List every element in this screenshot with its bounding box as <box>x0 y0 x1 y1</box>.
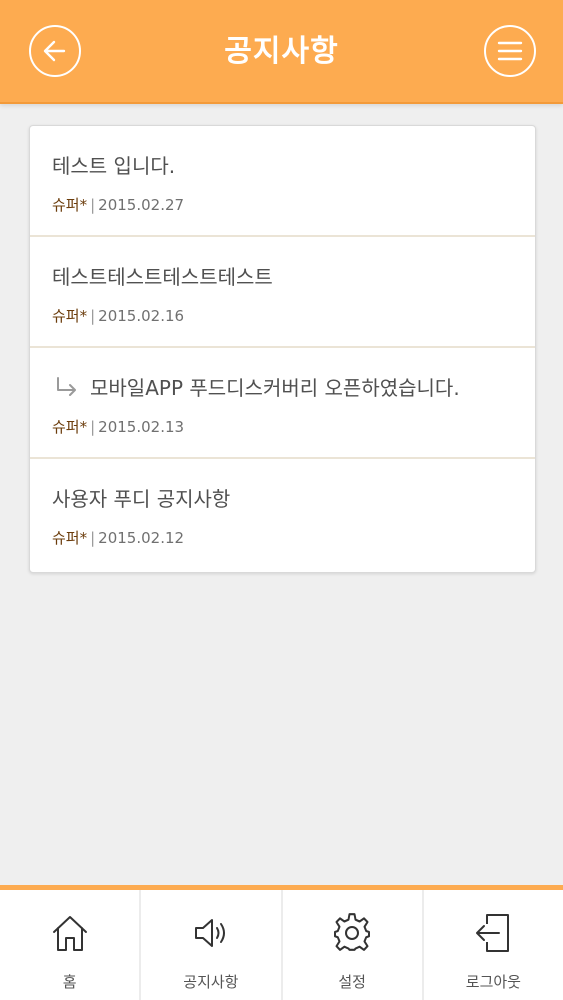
notice-item[interactable]: 테스트테스트테스트테스트 슈퍼* | 2015.02.16 <box>30 237 535 348</box>
home-icon <box>52 916 87 951</box>
notice-item[interactable]: 모바일APP 푸드디스커버리 오픈하였습니다. 슈퍼* | 2015.02.13 <box>30 348 535 459</box>
notice-date: 2015.02.16 <box>98 307 185 325</box>
notice-meta: 슈퍼* | 2015.02.12 <box>52 527 535 548</box>
speaker-icon <box>194 919 225 947</box>
menu-button[interactable] <box>484 25 536 77</box>
nav-label: 공지사항 <box>183 973 239 991</box>
meta-separator: | <box>90 418 96 436</box>
nav-item-home[interactable]: 홈 <box>0 890 142 1000</box>
notice-meta: 슈퍼* | 2015.02.27 <box>52 194 535 215</box>
notice-author: 슈퍼* <box>52 529 88 547</box>
logout-icon <box>476 914 510 952</box>
reply-arrow-icon <box>57 376 76 396</box>
notice-item[interactable]: 테스트 입니다. 슈퍼* | 2015.02.27 <box>30 126 535 237</box>
notice-title-row: 모바일APP 푸드디스커버리 오픈하였습니다. <box>52 372 535 401</box>
notice-title: 사용자 푸디 공지사항 <box>52 487 231 511</box>
notice-item[interactable]: 사용자 푸디 공지사항 슈퍼* | 2015.02.12 <box>30 459 535 572</box>
notice-meta: 슈퍼* | 2015.02.16 <box>52 305 535 326</box>
bottom-nav: 홈 공지사항 설정 로그아웃 <box>0 885 563 1000</box>
nav-label: 로그아웃 <box>465 973 521 991</box>
notice-title: 테스트 입니다. <box>52 154 176 178</box>
page-title: 공지사항 <box>224 34 339 69</box>
nav-item-notice[interactable]: 공지사항 <box>141 890 283 1000</box>
notice-title: 모바일APP 푸드디스커버리 오픈하였습니다. <box>90 376 460 400</box>
notice-date: 2015.02.12 <box>98 529 185 547</box>
nav-item-settings[interactable]: 설정 <box>283 890 424 1000</box>
notice-list: 테스트 입니다. 슈퍼* | 2015.02.27 테스트테스트테스트테스트 슈퍼*… <box>29 125 536 573</box>
header-bar: 공지사항 <box>0 0 563 104</box>
notice-title: 테스트테스트테스트테스트 <box>52 265 273 289</box>
notice-date: 2015.02.27 <box>98 196 185 214</box>
nav-label: 홈 <box>62 973 77 991</box>
app-screen: 공지사항 테스트 입니다. 슈퍼* | 2015.02.27 테스트테스트테스트테스… <box>0 0 563 1000</box>
gear-icon <box>334 913 371 951</box>
meta-separator: | <box>90 307 96 325</box>
notice-author: 슈퍼* <box>52 307 88 325</box>
nav-item-logout[interactable]: 로그아웃 <box>424 890 563 1000</box>
hamburger-menu-icon <box>497 41 523 61</box>
nav-label: 설정 <box>338 973 366 991</box>
meta-separator: | <box>90 529 96 547</box>
notice-author: 슈퍼* <box>52 418 88 436</box>
notice-date: 2015.02.13 <box>98 418 185 436</box>
notice-meta: 슈퍼* | 2015.02.13 <box>52 416 535 437</box>
meta-separator: | <box>90 196 96 214</box>
notice-author: 슈퍼* <box>52 196 88 214</box>
